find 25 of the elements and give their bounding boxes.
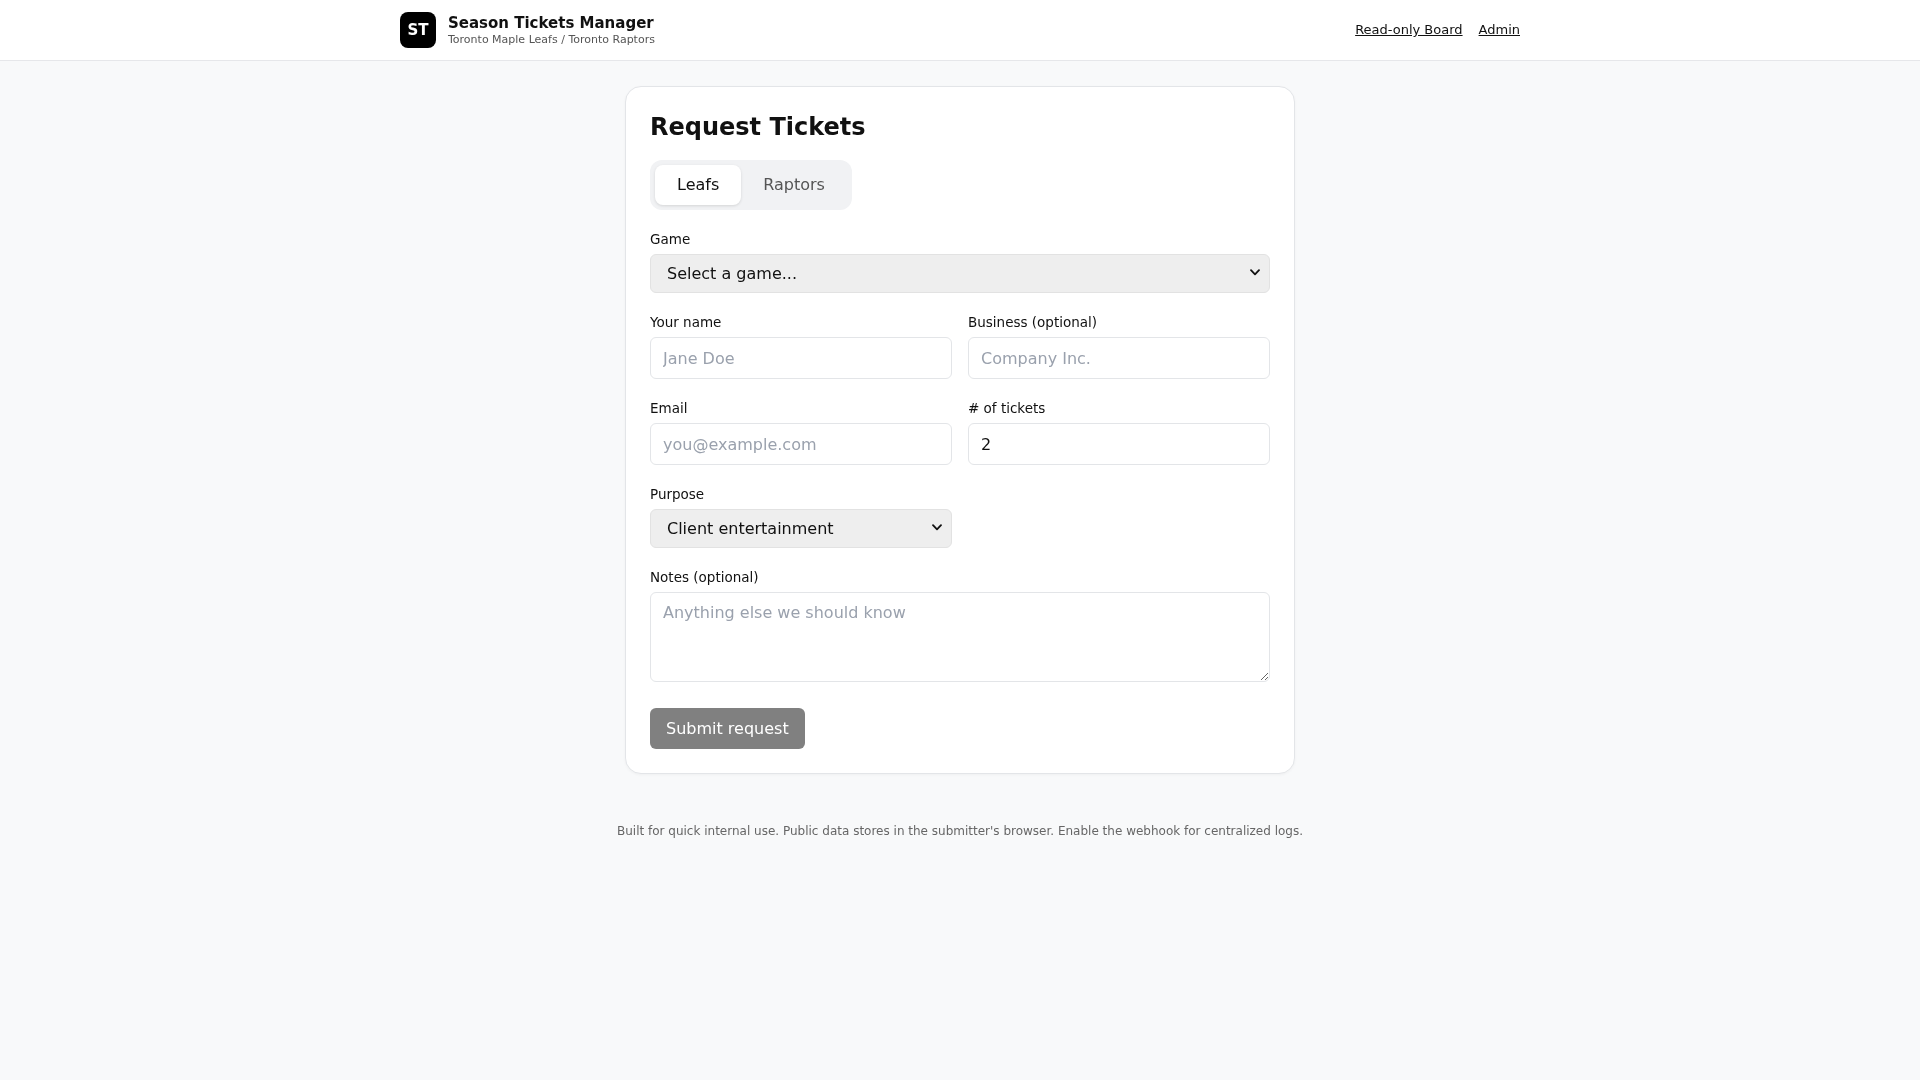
field-label: Business (optional) [968,313,1099,332]
field-label: Email [650,399,689,418]
business-input[interactable]: Company Inc. [968,337,1270,379]
game-select[interactable]: Select a game... [650,254,1270,293]
team-tab[interactable]: Leafs [655,165,742,205]
name-input[interactable]: Jane Doe [650,337,952,379]
nav-link[interactable]: Read-only Board [1355,20,1463,40]
app-subtitle: Toronto Maple Leafs / Toronto Raptors [448,32,655,47]
field-label: Notes (optional) [650,568,760,587]
notes-input[interactable]: Anything else we should know [650,592,1270,682]
nav-link[interactable]: Admin [1478,20,1520,40]
field-label: Purpose [650,485,706,504]
field-label: Your name [650,313,723,332]
tickets-input[interactable]: 2 [968,423,1270,465]
email-input[interactable]: you@example.com [650,423,952,465]
field-label: Game [650,230,692,249]
form-title: Request Tickets [650,112,867,143]
app-title: Season Tickets Manager [448,13,655,33]
chevron-down-icon [1250,269,1260,276]
field-label: # of tickets [968,399,1047,418]
chevron-down-icon [932,524,942,531]
footer-note: Built for quick internal use. Public data stores in the submitter's browser. Enable the webhook for centralized logs. [615,823,1305,839]
logo: ST [400,12,436,48]
team-tab[interactable]: Raptors [741,165,847,205]
purpose-select[interactable]: Client entertainment [650,509,952,548]
